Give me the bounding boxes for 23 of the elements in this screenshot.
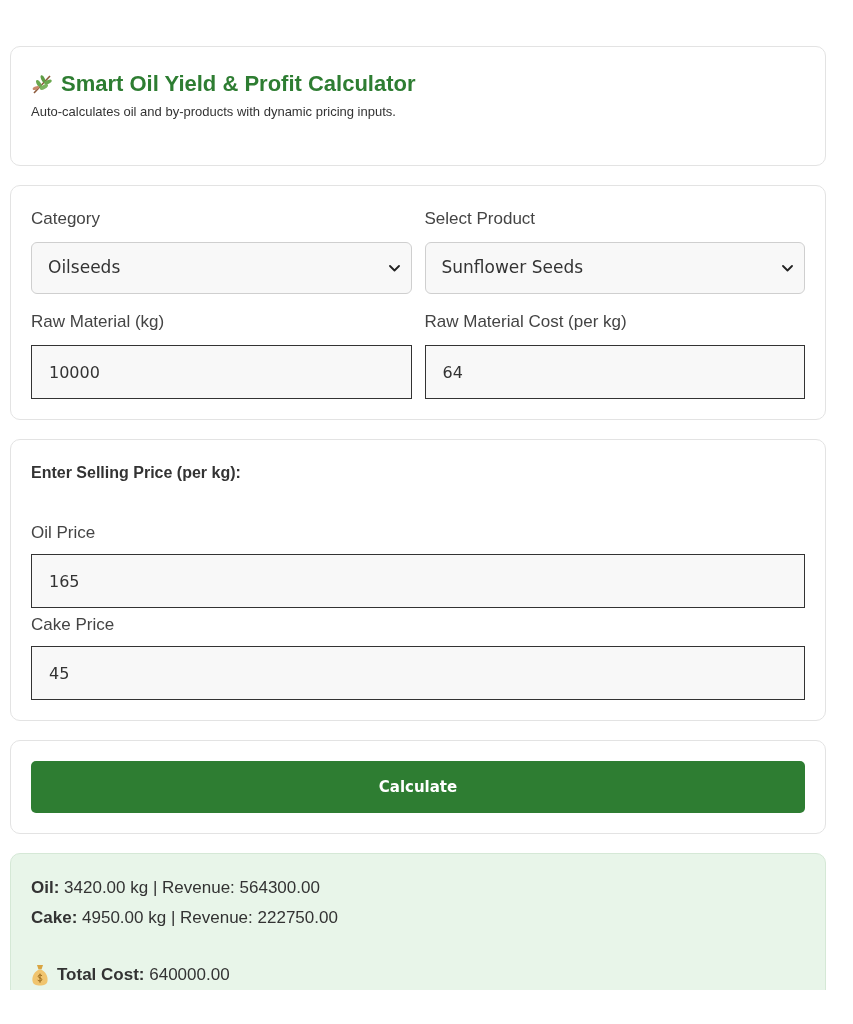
field-label: Oil Price	[31, 522, 97, 544]
chevron-down-icon	[782, 265, 793, 272]
number-input[interactable]: 64	[424, 345, 805, 399]
total-cost-text: Total Cost: 640000.00	[57, 964, 230, 986]
field-label: Cake Price	[31, 614, 116, 636]
number-input[interactable]: 165	[31, 554, 805, 608]
field-label: Raw Material (kg)	[31, 311, 166, 333]
app-title: Smart Oil Yield & Profit Calculator	[61, 71, 416, 97]
field-label: Raw Material Cost (per kg)	[424, 311, 628, 333]
number-input[interactable]: 45	[31, 646, 805, 700]
result-line: Oil: 3420.00 kg | Revenue: 564300.00	[31, 877, 321, 899]
number-input[interactable]: 10000	[31, 345, 412, 399]
calculate-button[interactable]: Calculate	[31, 761, 805, 813]
dropdown-select[interactable]: Sunflower Seeds	[424, 242, 805, 294]
app-subtitle: Auto-calculates oil and by-products with dynamic pricing inputs.	[31, 103, 397, 120]
sprig-icon	[31, 73, 53, 95]
chevron-down-icon	[388, 265, 400, 272]
field-label: Select Product	[424, 208, 537, 230]
section-heading: Enter Selling Price (per kg):	[31, 463, 242, 483]
dropdown-select[interactable]: Oilseeds	[31, 242, 412, 294]
field-label: Category	[31, 208, 101, 230]
result-line: Cake: 4950.00 kg | Revenue: 222750.00	[31, 907, 339, 929]
money-bag-icon	[31, 964, 49, 986]
